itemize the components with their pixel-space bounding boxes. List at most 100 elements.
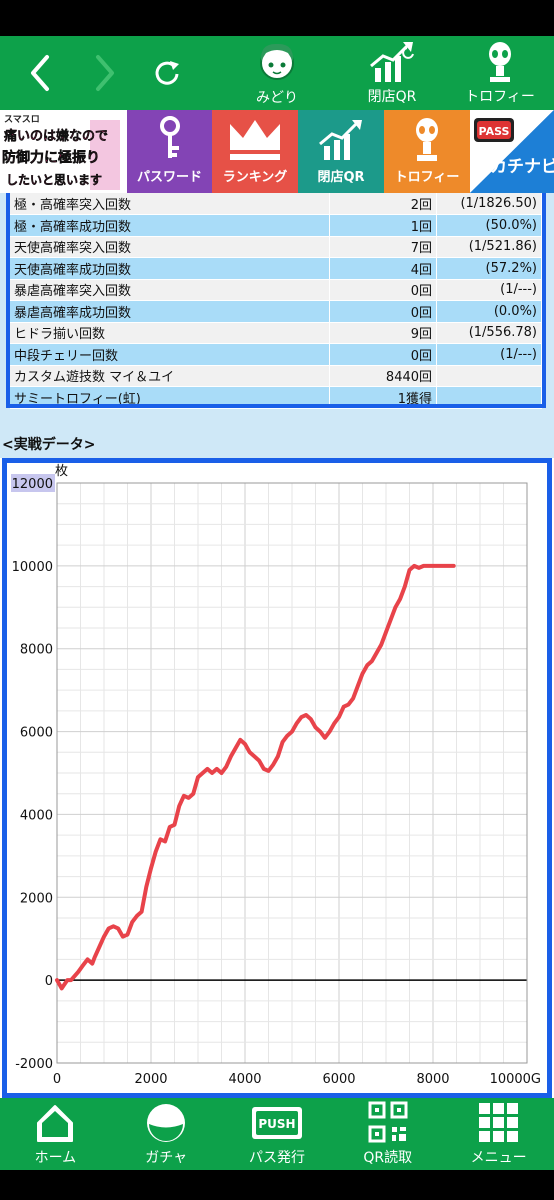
menu-grid-icon [478,1103,518,1142]
stat-label: 極・高確率突入回数 [10,193,331,215]
y-tick-label: 10000 [12,560,53,575]
logo-line-1: スマスロ [4,114,40,125]
game-logo[interactable]: スマスロ 痛いのは嫌なので 防御力に極振り したいと思います [0,110,127,193]
stat-label: 天使高確率成功回数 [10,257,331,280]
x-tick-label: 8000 [416,1072,449,1087]
stats-row: 極・高確率成功回数 1回 (50.0%) [10,214,542,237]
crown-icon [230,120,280,160]
ranking-tile[interactable]: ランキング [212,110,298,193]
stats-row: 暴虐高確率成功回数 0回 (0.0%) [10,300,542,323]
top-nav-bar: みどり 閉店QR トロフィー [0,36,554,110]
kachinavi-label: カチナビ [490,157,554,177]
logo-line-4: したいと思います [6,173,102,187]
stat-rate: (1/556.78) [436,322,542,344]
stat-count: 0回 [329,300,438,323]
stat-rate: (50.0%) [436,214,542,237]
stat-rate: (1/---) [436,343,542,366]
closing-qr-tile[interactable]: 閉店QR [298,110,384,193]
reload-icon [155,61,179,85]
series-line [55,563,456,991]
stat-count: 7回 [329,236,438,258]
chevron-left-icon [31,55,49,91]
stats-row: 中段チェリー回数 0回 (1/---) [10,343,542,366]
gacha-button[interactable]: ガチャ [111,1098,221,1170]
stat-count: 1獲得 [329,386,438,409]
trophy-label: トロフィー [465,89,535,105]
key-icon [159,116,180,158]
home-label: ホーム [34,1150,77,1166]
push-label: PUSH [258,1117,295,1131]
stat-count: 9回 [329,322,438,344]
rising-chart-icon [370,42,414,82]
logo-line-2: 痛いのは嫌なので [3,128,108,144]
pass-badge-label: PASS [479,125,510,138]
stats-section: 極・高確率突入回数 2回 (1/1826.50) 極・高確率成功回数 1回 (50.0%)… [0,193,554,418]
stat-count: 0回 [329,279,438,301]
midori-label: みどり [256,90,298,106]
stats-row: カスタム遊技数 マイ＆ユイ 8440回 [10,365,542,387]
stats-row: 天使高確率突入回数 7回 (1/521.86) [10,236,542,258]
stat-label: ヒドラ揃い回数 [10,322,331,344]
stat-rate [436,365,542,387]
y-tick-label: 8000 [20,643,53,658]
trophy-tile[interactable]: トロフィー [384,110,470,193]
gesture-bar [0,1170,554,1200]
qr-read-button[interactable]: QR読取 [333,1098,443,1170]
closing-qr-label: 閉店QR [367,89,417,105]
pass-issue-label: パス発行 [248,1150,305,1166]
stats-row: 暴虐高確率突入回数 0回 (1/---) [10,279,542,301]
home-button[interactable]: ホーム [0,1098,110,1170]
y-tick-label: 0 [45,974,53,989]
back-button[interactable] [20,36,60,110]
closing-qr-tile-label: 閉店QR [317,170,365,185]
chart: -20000200040006000800010000120000 2000 400… [11,464,541,1087]
stat-rate [436,386,542,409]
y-tick-label: 2000 [20,891,53,906]
stat-count: 2回 [329,193,438,215]
logo-line-3: 防御力に極振り [2,149,100,166]
menu-button[interactable]: メニュー [444,1098,554,1170]
reload-button[interactable] [145,36,189,110]
home-icon [37,1105,74,1142]
chevron-right-icon [96,55,114,91]
trophy-button[interactable]: トロフィー [460,36,540,110]
stats-row: 天使高確率成功回数 4回 (57.2%) [10,257,542,280]
stat-count: 4回 [329,257,438,280]
stat-label: サミートロフィー(虹) [10,386,331,409]
y-axis-unit: 枚 [55,464,68,479]
section-title: <実戦データ> [0,418,554,458]
y-tick-label: 12000 [12,477,53,492]
x-tick-label: 10000G [490,1072,541,1087]
ranking-label: ランキング [222,170,288,185]
pass-issue-button[interactable]: PUSH パス発行 [222,1098,332,1170]
stats-row: ヒドラ揃い回数 9回 (1/556.78) [10,322,542,344]
push-button-icon: PUSH [251,1107,302,1139]
game-logo-image: スマスロ 痛いのは嫌なので 防御力に極振り したいと思います [0,110,127,193]
stat-count: 0回 [329,343,438,366]
y-tick-label: 6000 [20,726,53,741]
trophy-figure-icon [416,118,438,161]
stat-count: 8440回 [329,365,438,387]
stats-row: サミートロフィー(虹) 1獲得 [10,386,542,409]
password-label: パスワード [136,170,202,185]
password-tile[interactable]: パスワード [127,110,212,193]
chart-frame: -2000 0 2000 4000 6000 8000 10000 12000 0 2000 400… [2,458,552,1098]
forward-button[interactable] [85,36,125,110]
kachinavi-logo: PASS カチナビ [470,110,554,193]
stat-rate: (1/---) [436,279,542,301]
stat-rate: (57.2%) [436,257,542,280]
stats-row: 極・高確率突入回数 2回 (1/1826.50) [10,193,542,215]
closing-qr-button[interactable]: 閉店QR [352,36,432,110]
stat-label: 暴虐高確率成功回数 [10,300,331,323]
stat-label: 中段チェリー回数 [10,343,331,366]
trophy-tile-label: トロフィー [394,170,460,185]
stat-rate: (1/1826.50) [436,193,542,215]
midori-character-icon [260,43,294,80]
stat-count: 1回 [329,214,438,237]
stat-label: 天使高確率突入回数 [10,236,331,258]
midori-button[interactable]: みどり [242,36,312,110]
y-tick-label: 4000 [20,808,53,823]
qr-read-label: QR読取 [363,1150,413,1166]
kachinavi-tile[interactable]: PASS カチナビ [470,110,554,193]
stats-table: 極・高確率突入回数 2回 (1/1826.50) 極・高確率成功回数 1回 (50.0%)… [10,193,542,409]
